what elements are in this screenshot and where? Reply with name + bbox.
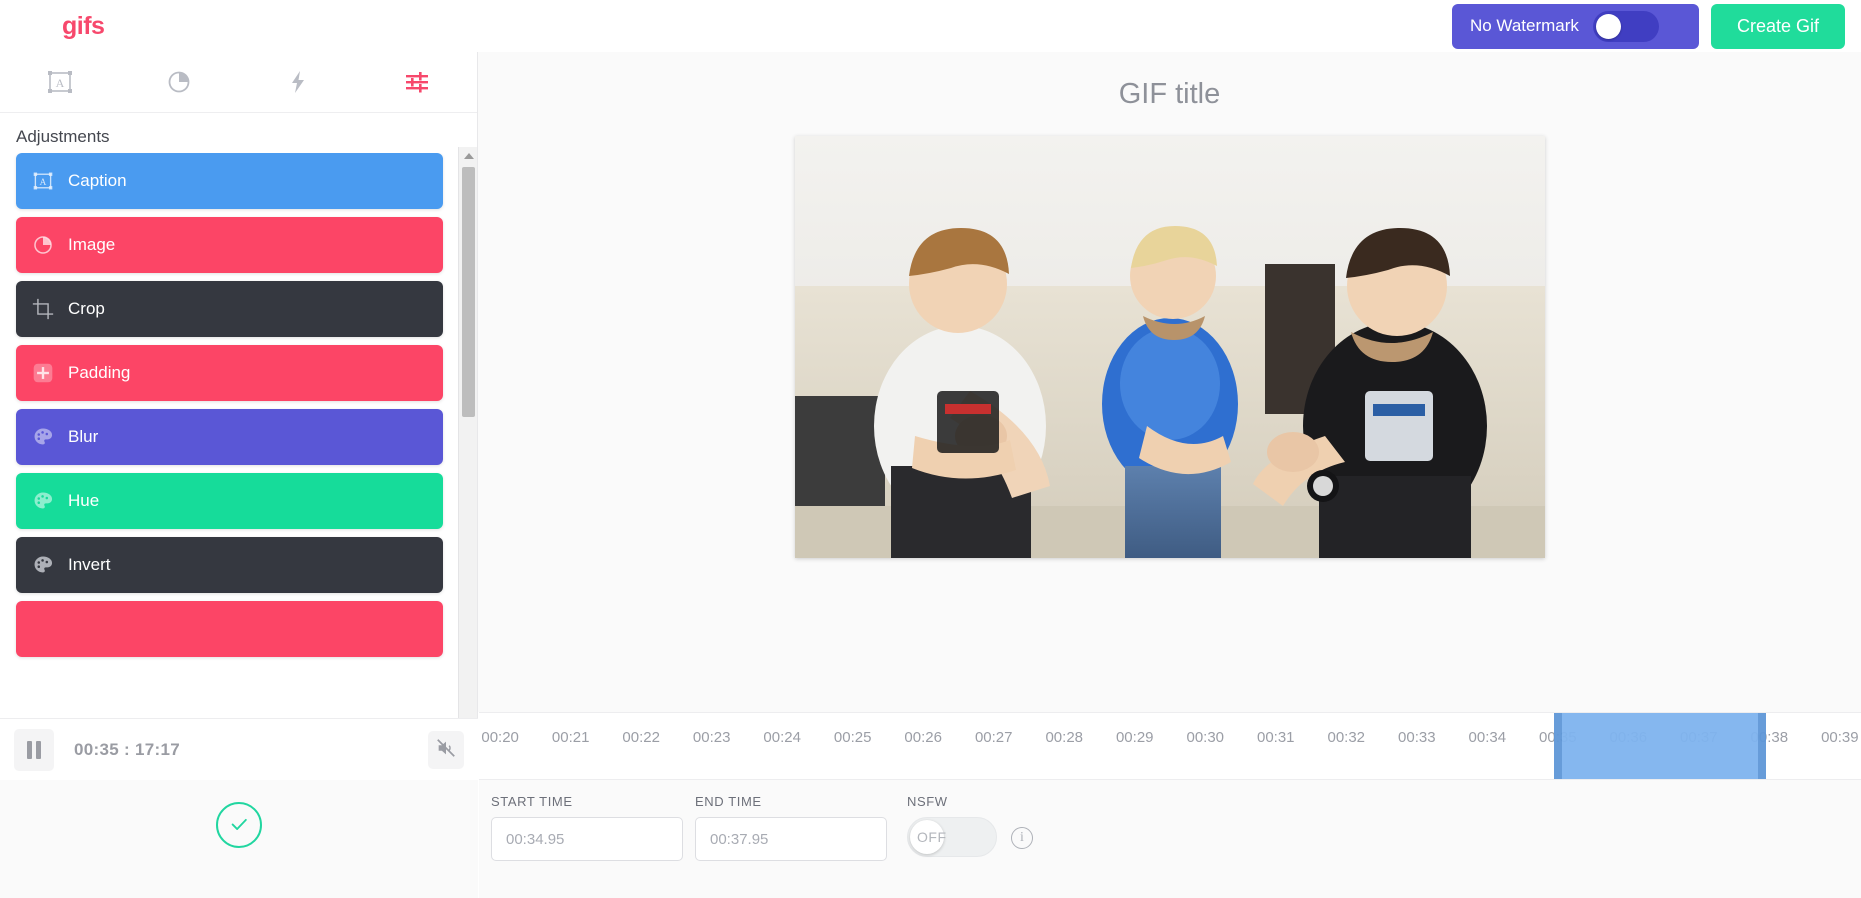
timeline-tick: 00:28 — [1045, 729, 1084, 746]
mute-icon — [435, 737, 457, 762]
start-time-input[interactable] — [491, 817, 683, 861]
plus-square-icon — [32, 362, 54, 384]
timeline-tick: 00:20 — [481, 729, 519, 746]
text-frame-icon: A — [47, 69, 73, 95]
start-time-field: START TIME — [491, 794, 683, 861]
timeline-tick: 00:21 — [551, 729, 590, 746]
adjustment-label: Padding — [68, 363, 131, 382]
tab-adjustments[interactable] — [358, 52, 477, 112]
nsfw-row: OFF i — [907, 817, 1033, 857]
adjustments-title: Adjustments — [16, 127, 110, 146]
adjustment-item-next[interactable] — [16, 601, 443, 657]
adjustment-item-caption[interactable]: A Caption — [16, 153, 443, 209]
timeline-tick: 00:39 — [1821, 729, 1859, 746]
time-readout: 00:35 : 17:17 — [74, 739, 180, 759]
nsfw-field: NSFW OFF i — [907, 794, 1033, 857]
gif-title-input[interactable] — [939, 78, 1400, 111]
toggle-knob — [1595, 13, 1621, 39]
timeline-track[interactable]: 00:20 00:21 00:22 00:23 00:24 00:25 00:26 00:27… — [479, 713, 1861, 779]
timeline-tick: 00:26 — [904, 729, 942, 746]
end-time-field: END TIME — [695, 794, 887, 861]
adjustment-item-image[interactable]: Image — [16, 217, 443, 273]
timeline-handle-start[interactable] — [1554, 713, 1563, 779]
adjustment-item-crop[interactable]: Crop — [16, 281, 443, 337]
palette-icon — [32, 426, 54, 448]
start-time-label: START TIME — [491, 794, 573, 809]
adjustment-label: Caption — [68, 171, 127, 190]
adjustment-item-blur[interactable]: Blur — [16, 409, 443, 465]
timeline-tick: 00:29 — [1115, 729, 1154, 746]
export-settings: START TIME END TIME NSFW OFF i — [479, 780, 1861, 898]
adjustment-label: Hue — [68, 491, 100, 510]
timeline-tick: 00:30 — [1186, 729, 1225, 746]
timeline-tick: 00:33 — [1398, 729, 1436, 746]
timeline-selection[interactable] — [1554, 713, 1766, 779]
palette-pie-icon — [166, 69, 192, 95]
adjustment-label: Crop — [68, 299, 105, 318]
adjustment-item-invert[interactable]: Invert — [16, 537, 443, 593]
tab-effects[interactable] — [239, 52, 358, 112]
video-frame-image — [794, 136, 1545, 558]
no-watermark-label: No Watermark — [1469, 16, 1579, 35]
adjustment-item-padding[interactable]: Padding — [16, 345, 443, 401]
pause-icon — [27, 740, 32, 759]
gif-editor-app: gifs No Watermark Create Gif A Adjustmen… — [0, 0, 1861, 898]
crop-icon — [32, 298, 54, 320]
timeline-tick: 00:25 — [833, 729, 872, 746]
header-actions: No Watermark Create Gif — [1451, 3, 1861, 49]
svg-text:A: A — [40, 178, 47, 188]
brand-logo[interactable]: gifs — [62, 12, 105, 41]
adjustment-label: Invert — [68, 555, 111, 574]
nsfw-state-text: OFF — [917, 829, 947, 845]
pause-icon — [36, 740, 41, 759]
timeline-tick: 00:27 — [974, 729, 1013, 746]
no-watermark-control[interactable]: No Watermark — [1451, 3, 1699, 49]
video-preview[interactable] — [794, 136, 1545, 558]
timeline-tick: 00:23 — [692, 729, 731, 746]
app-header: gifs No Watermark Create Gif — [0, 0, 1861, 52]
timeline-tick: 00:32 — [1327, 729, 1366, 746]
end-time-input[interactable] — [695, 817, 887, 861]
timeline-tick: 00:22 — [622, 729, 660, 746]
sliders-icon — [404, 69, 430, 95]
scroll-up-arrow-icon[interactable] — [459, 147, 477, 164]
tab-image[interactable] — [119, 52, 238, 112]
player-controls: 00:35 : 17:17 — [0, 718, 478, 780]
lightning-bolt-icon — [285, 69, 311, 95]
nsfw-toggle[interactable]: OFF — [907, 817, 997, 857]
text-frame-icon: A — [32, 170, 54, 192]
editor-tabbar: A — [0, 52, 477, 113]
palette-icon — [32, 490, 54, 512]
scrollbar-thumb[interactable] — [462, 167, 475, 417]
nsfw-label: NSFW — [907, 794, 948, 809]
adjustment-label: Blur — [68, 427, 99, 446]
info-icon[interactable]: i — [1011, 826, 1033, 849]
adjustment-item-hue[interactable]: Hue — [16, 473, 443, 529]
timeline-tick: 00:31 — [1256, 729, 1295, 746]
timeline-tick: 00:24 — [763, 729, 801, 746]
end-time-label: END TIME — [695, 794, 762, 809]
check-circle-icon — [228, 813, 250, 838]
adjustment-label: Image — [68, 235, 116, 254]
tab-caption[interactable]: A — [0, 52, 119, 112]
palette-pie-icon — [32, 234, 54, 256]
mute-button[interactable] — [428, 730, 464, 769]
timeline-handle-end[interactable] — [1757, 713, 1766, 779]
confirm-button[interactable] — [216, 802, 262, 848]
timeline-ruler[interactable]: 00:20 00:21 00:22 00:23 00:24 00:25 00:26 00:27… — [479, 712, 1861, 780]
timeline-tick: 00:34 — [1468, 729, 1507, 746]
pause-button[interactable] — [14, 728, 54, 771]
palette-icon — [32, 554, 54, 576]
svg-text:A: A — [55, 76, 64, 90]
create-gif-button[interactable]: Create Gif — [1710, 3, 1845, 49]
no-watermark-toggle[interactable] — [1592, 10, 1659, 42]
preview-area — [478, 52, 1861, 712]
confirm-area — [0, 780, 478, 898]
